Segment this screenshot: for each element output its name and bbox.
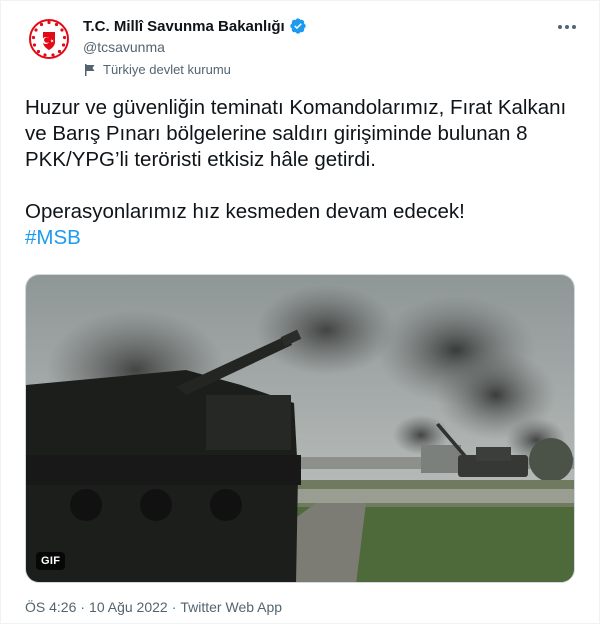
tweet-time[interactable]: ÖS 4:26 xyxy=(25,599,76,615)
author-row: T.C. Millî Savunma Bakanlığı xyxy=(83,17,307,35)
tweet-card: T.C. Millî Savunma Bakanlığı @tcsavunma … xyxy=(0,0,600,624)
government-label: Türkiye devlet kurumu xyxy=(83,62,231,77)
tweet-paragraph-1: Huzur ve güvenliğin teminatı Komandoları… xyxy=(25,96,567,171)
tweet-paragraph-2: Operasyonlarımız hız kesmeden devam edec… xyxy=(25,200,465,223)
meta-separator: · xyxy=(80,599,86,615)
tweet-text: Huzur ve güvenliğin teminatı Komandoları… xyxy=(25,95,585,251)
display-name[interactable]: T.C. Millî Savunma Bakanlığı xyxy=(83,18,285,35)
gif-badge: GIF xyxy=(36,552,66,570)
artillery-scene-image xyxy=(26,275,574,582)
tweet-media-gif[interactable]: GIF xyxy=(25,274,575,583)
msb-emblem-icon xyxy=(25,15,73,63)
tweet-source-app[interactable]: Twitter Web App xyxy=(180,599,282,615)
avatar[interactable] xyxy=(25,15,73,63)
meta-separator: · xyxy=(171,599,177,615)
hashtag-link[interactable]: #MSB xyxy=(25,226,81,249)
verified-badge-icon xyxy=(289,17,307,35)
flag-icon xyxy=(85,63,95,76)
government-label-text: Türkiye devlet kurumu xyxy=(103,62,231,77)
more-options-icon[interactable] xyxy=(555,15,579,39)
tweet-date[interactable]: 10 Ağu 2022 xyxy=(89,599,168,615)
account-handle[interactable]: @tcsavunma xyxy=(83,39,165,55)
tweet-meta: ÖS 4:26 · 10 Ağu 2022 · Twitter Web App xyxy=(25,599,282,615)
